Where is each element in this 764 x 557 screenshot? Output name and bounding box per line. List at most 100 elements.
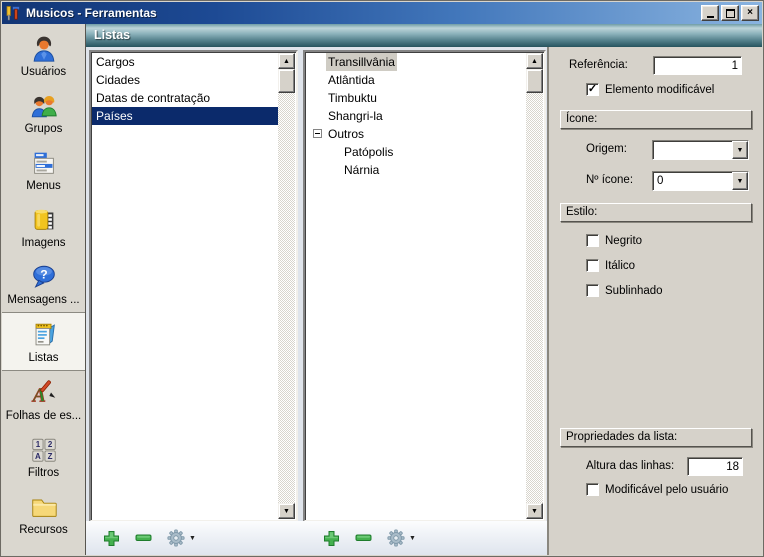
style-section-header: Estilo: <box>560 203 752 222</box>
sidebar-item-label: Usuários <box>21 66 66 78</box>
gear-icon <box>387 529 405 547</box>
dropdown-button[interactable]: ▼ <box>732 172 748 190</box>
title-bar[interactable]: Musicos - Ferramentas × <box>2 2 762 24</box>
svg-text:?: ? <box>40 267 47 281</box>
sidebar-item-label: Filtros <box>28 467 59 479</box>
tree-item[interactable]: Shangri-la <box>306 107 526 125</box>
scrollbar-thumb[interactable] <box>526 69 543 93</box>
sidebar-item-label: Grupos <box>25 123 63 135</box>
reference-label: Referência: <box>569 59 628 71</box>
options-dropdown-icon: ▼ <box>409 535 416 542</box>
tree-item[interactable]: Timbuktu <box>306 89 526 107</box>
bottom-toolbar: ▼ <box>86 521 547 555</box>
sidebar-item-label: Imagens <box>21 237 65 249</box>
app-window: Musicos - Ferramentas × Usuários <box>0 0 764 557</box>
list-item-selected[interactable]: Países <box>92 107 278 125</box>
minus-icon <box>355 534 372 542</box>
scroll-down-button[interactable]: ▼ <box>526 503 543 519</box>
arrow-up-icon: ▲ <box>531 58 538 65</box>
tree-scrollbar[interactable]: ▲ ▼ <box>526 53 543 519</box>
list-item[interactable]: Cidades <box>92 71 278 89</box>
notepad-icon <box>29 320 59 350</box>
sidebar-item-label: Recursos <box>19 524 68 536</box>
list-item[interactable]: Datas de contratação <box>92 89 278 107</box>
remove-list-button[interactable] <box>135 534 152 542</box>
gear-icon <box>167 529 185 547</box>
sidebar-item-label: Folhas de es... <box>6 410 81 422</box>
icon-number-label: Nº ícone: <box>586 174 633 186</box>
sidebar-item-mensagens[interactable]: ? Mensagens ... <box>2 255 85 312</box>
dropdown-button[interactable]: ▼ <box>732 141 748 159</box>
stylesheet-icon: A <box>29 378 59 408</box>
list-toolbar: ▼ <box>103 521 196 555</box>
tree-item[interactable]: Transillvânia <box>306 53 526 71</box>
reference-input[interactable] <box>653 56 742 75</box>
film-icon <box>29 205 59 235</box>
window-title: Musicos - Ferramentas <box>26 6 157 20</box>
row-height-input[interactable] <box>687 457 743 476</box>
svg-text:Z: Z <box>47 451 52 460</box>
properties-panel: Referência: ✓ Elemento modificável Ícone… <box>547 47 762 555</box>
origin-combobox[interactable]: ▼ <box>652 140 749 160</box>
bold-checkbox[interactable]: Negrito <box>586 234 642 247</box>
sidebar-item-grupos[interactable]: Grupos <box>2 84 85 141</box>
user-modifiable-checkbox[interactable]: Modificável pelo usuário <box>586 483 728 496</box>
svg-text:A: A <box>35 451 41 460</box>
tree-item[interactable]: Outros <box>306 125 526 143</box>
list-scrollbar[interactable]: ▲ ▼ <box>278 53 295 519</box>
group-icon <box>29 91 59 121</box>
tree-item[interactable]: Nárnia <box>306 161 526 179</box>
minimize-button[interactable] <box>701 5 719 21</box>
list-item[interactable]: Cargos <box>92 53 278 71</box>
scroll-down-button[interactable]: ▼ <box>278 503 295 519</box>
sidebar-item-menus[interactable]: Menus <box>2 141 85 198</box>
sidebar-item-filtros[interactable]: 1 2 A Z Filtros <box>2 428 85 485</box>
app-icon[interactable] <box>5 5 21 21</box>
list-options-button[interactable]: ▼ <box>167 529 196 547</box>
minus-icon <box>135 534 152 542</box>
menu-icon <box>29 148 59 178</box>
origin-label: Origem: <box>586 143 627 155</box>
close-button[interactable]: × <box>741 5 759 21</box>
add-element-button[interactable] <box>323 530 340 547</box>
element-modifiable-checkbox[interactable]: ✓ Elemento modificável <box>586 83 714 96</box>
remove-element-button[interactable] <box>355 534 372 542</box>
user-icon <box>29 34 59 64</box>
filter-icon: 1 2 A Z <box>29 435 59 465</box>
dropdown-arrow-icon: ▼ <box>737 147 744 154</box>
close-icon: × <box>747 8 753 18</box>
icon-number-value: 0 <box>653 172 732 190</box>
sidebar-item-label: Listas <box>28 352 58 364</box>
icon-section-header: Ícone: <box>560 110 752 129</box>
maximize-button[interactable] <box>721 5 739 21</box>
sidebar-item-imagens[interactable]: Imagens <box>2 198 85 255</box>
add-list-button[interactable] <box>103 530 120 547</box>
page-title: Listas <box>86 24 762 47</box>
element-options-button[interactable]: ▼ <box>387 529 416 547</box>
list-properties-section-header: Propriedades da lista: <box>560 428 752 447</box>
tree-toolbar: ▼ <box>323 521 416 555</box>
content-area: Listas Cargos Cidades Datas de contrataç… <box>86 24 762 555</box>
svg-text:1: 1 <box>35 440 40 449</box>
sidebar-item-folhas[interactable]: A Folhas de es... <box>2 371 85 428</box>
origin-value <box>653 141 732 159</box>
dropdown-arrow-icon: ▼ <box>737 178 744 185</box>
sidebar-item-recursos[interactable]: Recursos <box>2 485 85 542</box>
scroll-up-button[interactable]: ▲ <box>278 53 295 69</box>
plus-icon <box>323 530 340 547</box>
tree-item[interactable]: Atlântida <box>306 71 526 89</box>
italic-checkbox[interactable]: Itálico <box>586 259 635 272</box>
sidebar-item-usuarios[interactable]: Usuários <box>2 27 85 84</box>
sidebar-item-listas[interactable]: Listas <box>2 312 85 371</box>
row-height-label: Altura das linhas: <box>586 460 674 472</box>
icon-number-combobox[interactable]: 0 ▼ <box>652 171 749 191</box>
tree-item[interactable]: Patópolis <box>306 143 526 161</box>
sidebar-item-label: Mensagens ... <box>7 294 79 306</box>
checkbox-check-icon[interactable]: ✓ <box>586 83 599 96</box>
plus-icon <box>103 530 120 547</box>
elements-tree-panel: Transillvânia Atlântida Timbuktu Shangri… <box>303 50 546 522</box>
scroll-up-button[interactable]: ▲ <box>526 53 543 69</box>
underline-checkbox[interactable]: Sublinhado <box>586 284 663 297</box>
tree-collapse-icon[interactable] <box>313 129 322 138</box>
scrollbar-thumb[interactable] <box>278 69 295 93</box>
